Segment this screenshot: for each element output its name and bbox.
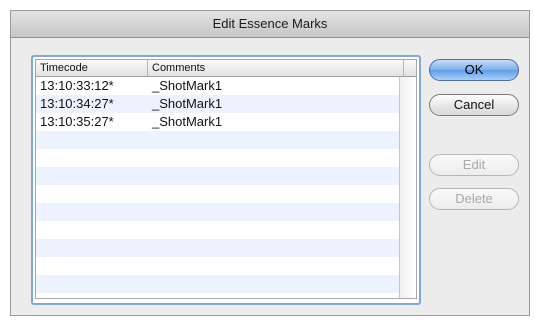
cancel-button[interactable]: Cancel [429, 94, 519, 116]
empty-row [36, 149, 399, 167]
comment-cell: _ShotMark1 [152, 78, 223, 93]
empty-row [36, 167, 399, 185]
empty-row [36, 221, 399, 239]
column-header-timecode[interactable]: Timecode [36, 60, 148, 76]
comment-cell: _ShotMark1 [152, 96, 223, 111]
empty-row [36, 185, 399, 203]
timecode-cell: 13:10:33:12* [40, 78, 114, 93]
table-row[interactable]: 13:10:35:27* _ShotMark1 [36, 113, 399, 131]
timecode-cell: 13:10:35:27* [40, 114, 114, 129]
column-header-empty [404, 60, 416, 76]
edit-button[interactable]: Edit [429, 154, 519, 176]
table-row[interactable]: 13:10:34:27* _ShotMark1 [36, 95, 399, 113]
empty-row [36, 131, 399, 149]
comment-cell: _ShotMark1 [152, 114, 223, 129]
table-rows: 13:10:33:12* _ShotMark1 13:10:34:27* _Sh… [36, 77, 399, 298]
timecode-cell: 13:10:34:27* [40, 96, 114, 111]
empty-row [36, 257, 399, 275]
empty-row [36, 203, 399, 221]
vertical-scrollbar[interactable] [399, 77, 416, 298]
table-row[interactable]: 13:10:33:12* _ShotMark1 [36, 77, 399, 95]
empty-row [36, 239, 399, 257]
column-header-comments[interactable]: Comments [148, 60, 404, 76]
dialog-title: Edit Essence Marks [11, 11, 529, 38]
table-header: Timecode Comments [36, 60, 416, 77]
essence-marks-table: Timecode Comments 13:10:33:12* _ShotMark… [35, 59, 417, 299]
essence-marks-table-frame: Timecode Comments 13:10:33:12* _ShotMark… [31, 55, 421, 305]
empty-row [36, 275, 399, 293]
edit-essence-marks-dialog: Edit Essence Marks Timecode Comments 13:… [10, 10, 530, 316]
delete-button[interactable]: Delete [429, 188, 519, 210]
ok-button[interactable]: OK [429, 59, 519, 81]
empty-row [36, 293, 399, 298]
